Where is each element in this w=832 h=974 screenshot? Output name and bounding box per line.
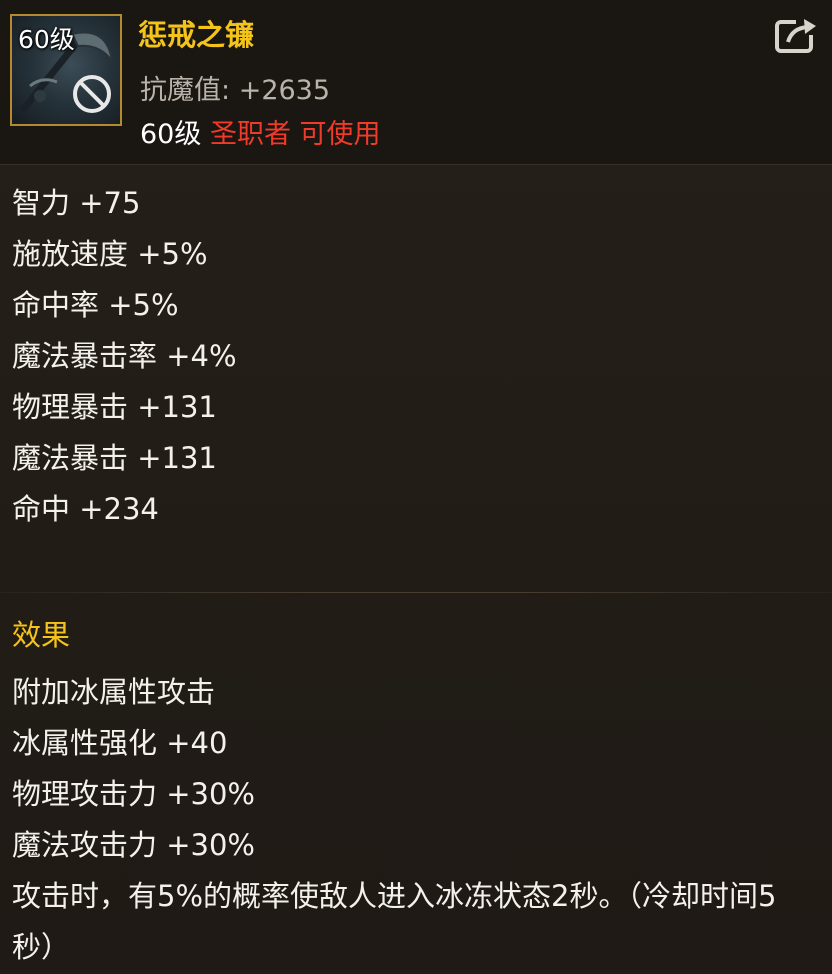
item-name: 惩戒之镰 — [138, 18, 255, 52]
effect-freeze-proc: 攻击时，有5%的概率使敌人进入冰冻状态2秒。（冷却时间5秒） — [12, 879, 777, 964]
effect-ice-enhance: 冰属性强化 +40 — [12, 726, 228, 760]
required-level: 60级 — [140, 119, 202, 150]
effect-ice-attack: 附加冰属性攻击 — [12, 675, 216, 709]
magic-resist-value: +2635 — [238, 75, 331, 106]
required-class: 圣职者 可使用 — [209, 119, 381, 150]
usage-requirement: 60级 圣职者 可使用 — [140, 112, 381, 151]
stat-intelligence: 智力 +75 — [12, 186, 141, 220]
tooltip-header: 60级 惩戒之镰 抗魔值: +2635 60级 圣职者 可使用 — [0, 0, 832, 165]
effect-title: 效果 — [12, 618, 71, 652]
item-tooltip: 60级 惩戒之镰 抗魔值: +2635 60级 圣职者 可使用 智力 +75 施… — [0, 0, 832, 974]
item-level-badge: 60级 — [18, 25, 75, 54]
stat-hit: 命中 +234 — [12, 492, 159, 526]
effect-physical-attack: 物理攻击力 +30% — [12, 777, 255, 811]
stat-magic-crit: 魔法暴击 +131 — [12, 441, 217, 475]
stat-hit-rate: 命中率 +5% — [12, 288, 179, 322]
section-divider — [0, 592, 832, 593]
forbidden-icon — [73, 75, 111, 113]
effect-list: 附加冰属性攻击 冰属性强化 +40 物理攻击力 +30% 魔法攻击力 +30% … — [12, 667, 812, 973]
item-icon-frame[interactable]: 60级 — [10, 14, 122, 126]
stat-list: 智力 +75 施放速度 +5% 命中率 +5% 魔法暴击率 +4% 物理暴击 +… — [12, 178, 237, 535]
magic-resist-label: 抗魔值: — [140, 75, 231, 106]
stat-magic-crit-rate: 魔法暴击率 +4% — [12, 339, 237, 373]
stat-physical-crit: 物理暴击 +131 — [12, 390, 217, 424]
stat-cast-speed: 施放速度 +5% — [12, 237, 208, 271]
magic-resist-line: 抗魔值: +2635 — [140, 68, 330, 107]
effect-magic-attack: 魔法攻击力 +30% — [12, 828, 255, 862]
share-icon[interactable] — [774, 14, 820, 54]
